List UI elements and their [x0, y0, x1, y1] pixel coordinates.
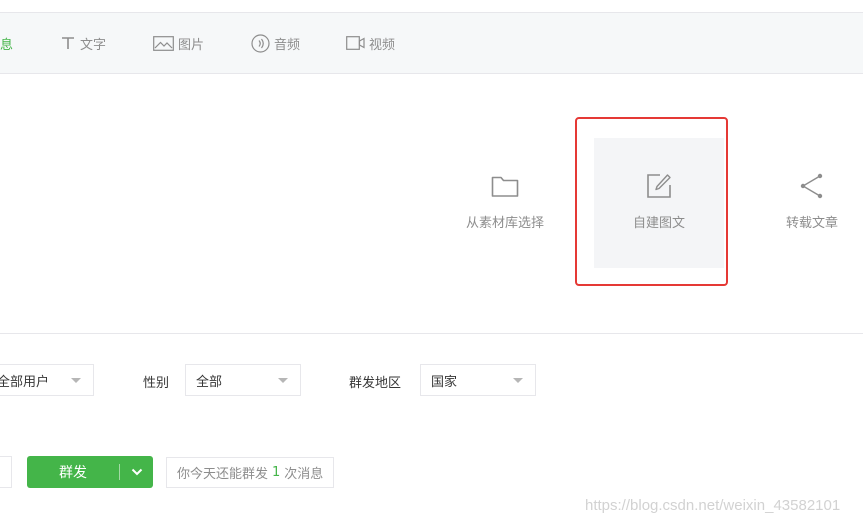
gender-select[interactable]: 全部: [185, 364, 301, 396]
message-type-tabbar: 息 文字 图片 音频 视频: [0, 13, 863, 74]
repost-article-button[interactable]: 转载文章: [778, 172, 846, 231]
tip-prefix: 你今天还能群发: [177, 467, 269, 482]
caret-down-icon: [71, 378, 81, 383]
region-select[interactable]: 国家: [420, 364, 536, 396]
tab-video[interactable]: 视频: [346, 13, 395, 73]
gender-label: 性别: [143, 376, 170, 391]
send-button[interactable]: 群发: [27, 456, 153, 488]
caret-down-icon: [278, 378, 288, 383]
share-icon: [798, 172, 826, 200]
repost-article-label: 转载文章: [785, 216, 838, 231]
text-icon: [60, 36, 76, 50]
audio-icon: [251, 33, 270, 53]
region-label: 群发地区: [349, 376, 402, 391]
caret-down-icon: [513, 378, 523, 383]
tab-audio[interactable]: 音频: [251, 13, 300, 73]
watermark: https://blog.csdn.net/weixin_43582101: [585, 497, 841, 514]
gender-select-value: 全部: [196, 374, 223, 390]
group-select-value: 全部用户: [0, 374, 50, 390]
section-divider: [0, 333, 863, 334]
tip-count: 1: [272, 465, 281, 480]
tab-text-label: 文字: [80, 37, 107, 53]
chevron-down-icon: [131, 468, 142, 476]
tab-message-label: 息: [0, 37, 14, 53]
tab-video-label: 视频: [369, 37, 396, 53]
image-icon: [153, 35, 174, 51]
group-select[interactable]: 全部用户: [0, 364, 94, 396]
tip-suffix: 次消息: [284, 467, 324, 482]
tab-message[interactable]: 息: [0, 13, 13, 73]
region-select-value: 国家: [431, 374, 458, 390]
send-button-label: 群发: [59, 465, 87, 481]
send-quota-tip: 你今天还能群发 1 次消息: [166, 457, 335, 488]
select-from-library-label: 从素材库选择: [465, 216, 544, 231]
tab-text[interactable]: 文字: [60, 13, 106, 73]
tab-image[interactable]: 图片: [153, 13, 204, 73]
tab-image-label: 图片: [178, 37, 205, 53]
select-from-library-button[interactable]: 从素材库选择: [459, 172, 551, 231]
send-options-dropdown[interactable]: [120, 468, 153, 476]
highlight-annotation-box: [575, 117, 728, 286]
video-icon: [346, 36, 365, 50]
input-box[interactable]: [0, 456, 12, 488]
folder-icon: [491, 172, 519, 200]
tab-audio-label: 音频: [274, 37, 301, 53]
